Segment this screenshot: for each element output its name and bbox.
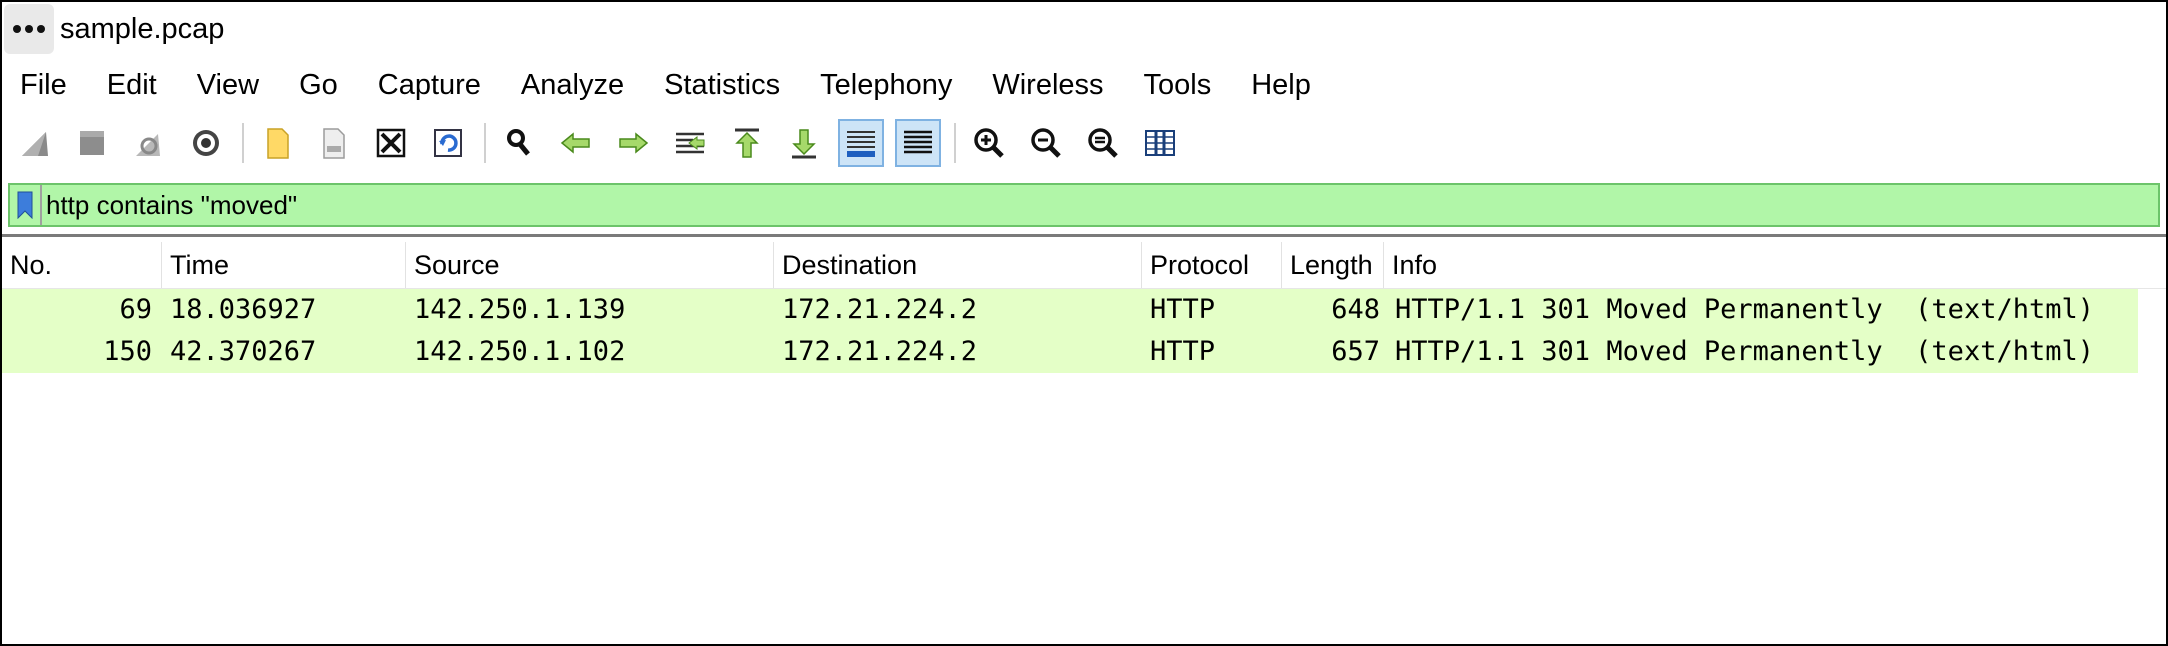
packet-row[interactable]: 69 18.036927 142.250.1.139 172.21.224.2 … xyxy=(2,289,2138,331)
wireshark-window: sample.pcap File Edit View Go Capture An… xyxy=(0,0,2168,646)
menu-bar: File Edit View Go Capture Analyze Statis… xyxy=(2,60,2166,110)
stop-capture-icon xyxy=(80,131,104,155)
zoom-in-icon xyxy=(974,128,1004,158)
packet-protocol: HTTP xyxy=(1150,294,1216,325)
find-packet-button[interactable] xyxy=(496,119,542,167)
resize-columns-icon xyxy=(1145,130,1175,156)
save-file-icon xyxy=(323,128,345,159)
go-first-packet-icon xyxy=(735,128,759,158)
reload-file-icon xyxy=(434,129,462,157)
zoom-in-button[interactable] xyxy=(966,119,1012,167)
main-toolbar xyxy=(2,114,2166,172)
packet-time: 18.036927 xyxy=(170,294,317,325)
go-first-packet-button[interactable] xyxy=(724,119,770,167)
column-header-protocol[interactable]: Protocol xyxy=(1142,242,1282,288)
go-back-button[interactable] xyxy=(553,119,599,167)
packet-row[interactable]: 150 42.370267 142.250.1.102 172.21.224.2… xyxy=(2,331,2138,373)
column-header-source[interactable]: Source xyxy=(406,242,774,288)
zoom-normal-icon xyxy=(1088,128,1118,158)
autoscroll-icon xyxy=(847,131,875,157)
menu-tools[interactable]: Tools xyxy=(1124,60,1232,110)
go-last-packet-button[interactable] xyxy=(781,119,827,167)
colorize-toggle[interactable] xyxy=(895,119,941,167)
menu-go[interactable]: Go xyxy=(279,60,358,110)
packet-length: 657 xyxy=(1331,336,1380,367)
menu-wireless[interactable]: Wireless xyxy=(972,60,1123,110)
toolbar-separator xyxy=(954,123,956,163)
title-bar: sample.pcap xyxy=(2,2,2166,56)
zoom-normal-button[interactable] xyxy=(1080,119,1126,167)
go-forward-icon xyxy=(619,132,649,154)
close-file-button[interactable] xyxy=(368,119,414,167)
toolbar-separator xyxy=(484,123,486,163)
window-title: sample.pcap xyxy=(60,12,225,45)
menu-capture[interactable]: Capture xyxy=(358,60,501,110)
packet-no: 150 xyxy=(103,336,152,367)
go-to-packet-button[interactable] xyxy=(667,119,713,167)
stop-capture-button[interactable] xyxy=(69,119,115,167)
start-capture-button[interactable] xyxy=(12,119,58,167)
column-header-time[interactable]: Time xyxy=(162,242,406,288)
shark-fin-start-icon xyxy=(22,132,48,156)
go-forward-button[interactable] xyxy=(610,119,656,167)
packet-list-header: No. Time Source Destination Protocol Len… xyxy=(2,242,2166,289)
packet-source: 142.250.1.102 xyxy=(414,336,626,367)
packet-source: 142.250.1.139 xyxy=(414,294,626,325)
close-file-icon xyxy=(376,128,406,158)
column-header-info[interactable]: Info xyxy=(1384,242,2144,288)
packet-protocol: HTTP xyxy=(1150,336,1216,367)
colorize-icon xyxy=(904,130,932,154)
filter-bookmark-button[interactable] xyxy=(10,185,42,225)
menu-statistics[interactable]: Statistics xyxy=(644,60,800,110)
go-to-packet-icon xyxy=(676,132,705,154)
packet-destination: 172.21.224.2 xyxy=(782,294,978,325)
packet-destination: 172.21.224.2 xyxy=(782,336,978,367)
packet-no: 69 xyxy=(119,294,152,325)
find-packet-icon xyxy=(507,129,530,156)
packet-length: 648 xyxy=(1331,294,1380,325)
reload-file-button[interactable] xyxy=(425,119,471,167)
packet-time: 42.370267 xyxy=(170,336,317,367)
column-header-length[interactable]: Length xyxy=(1282,242,1384,288)
display-filter-input[interactable]: http contains "moved" xyxy=(46,190,297,221)
capture-options-icon xyxy=(193,130,219,156)
resize-columns-button[interactable] xyxy=(1137,119,1183,167)
capture-options-button[interactable] xyxy=(183,119,229,167)
go-back-icon xyxy=(560,132,590,154)
toolbar-separator xyxy=(242,123,244,163)
window-menu-icon[interactable] xyxy=(4,4,54,54)
restart-capture-icon xyxy=(136,134,160,156)
menu-help[interactable]: Help xyxy=(1231,60,1331,110)
open-file-button[interactable] xyxy=(254,119,300,167)
menu-view[interactable]: View xyxy=(177,60,279,110)
column-header-no[interactable]: No. xyxy=(2,242,162,288)
display-filter-bar: http contains "moved" xyxy=(8,183,2160,227)
packet-info: HTTP/1.1 301 Moved Permanently (text/htm… xyxy=(1395,336,2094,367)
pane-splitter[interactable] xyxy=(2,234,2166,237)
save-file-button[interactable] xyxy=(311,119,357,167)
autoscroll-toggle[interactable] xyxy=(838,119,884,167)
open-file-icon xyxy=(267,128,289,159)
menu-file[interactable]: File xyxy=(2,60,87,110)
zoom-out-icon xyxy=(1031,128,1061,158)
column-header-destination[interactable]: Destination xyxy=(774,242,1142,288)
packet-info: HTTP/1.1 301 Moved Permanently (text/htm… xyxy=(1395,294,2094,325)
zoom-out-button[interactable] xyxy=(1023,119,1069,167)
bookmark-icon xyxy=(17,191,33,219)
go-last-packet-icon xyxy=(792,129,816,159)
menu-analyze[interactable]: Analyze xyxy=(501,60,644,110)
menu-telephony[interactable]: Telephony xyxy=(800,60,972,110)
menu-edit[interactable]: Edit xyxy=(87,60,177,110)
restart-capture-button[interactable] xyxy=(126,119,172,167)
